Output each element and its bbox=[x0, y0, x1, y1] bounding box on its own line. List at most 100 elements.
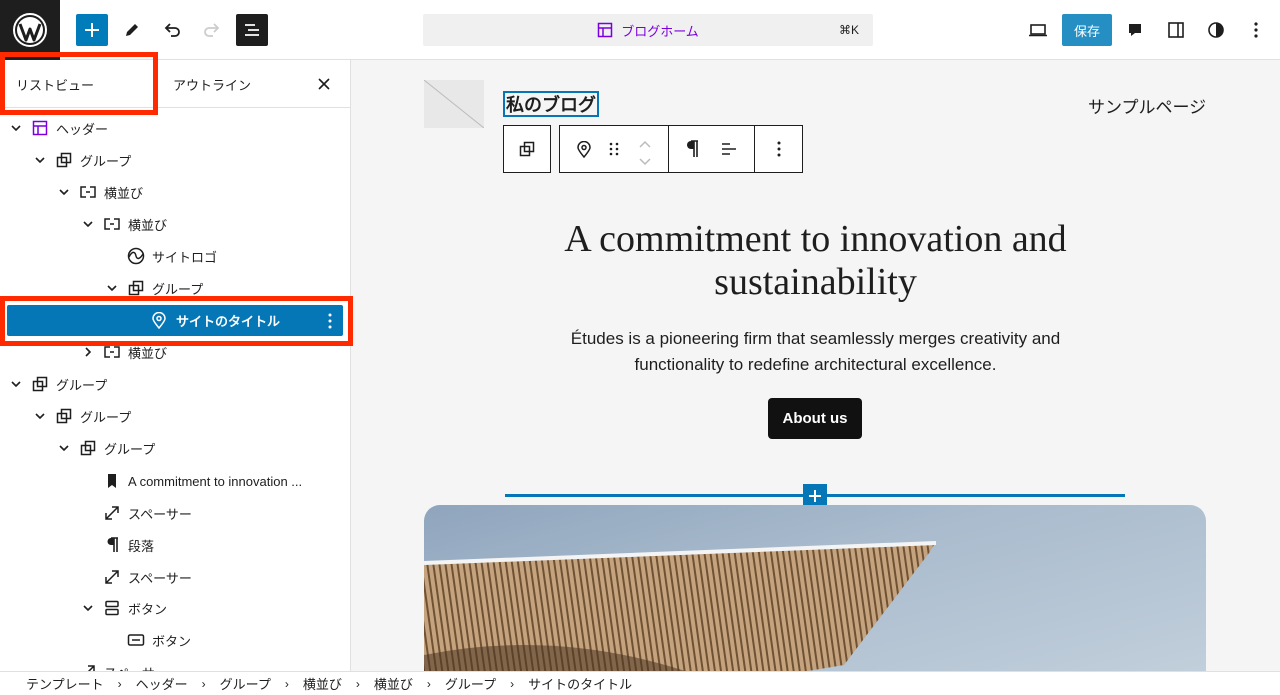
list-item-row[interactable]: 横並び bbox=[0, 176, 350, 208]
nav-link-sample-page[interactable]: サンプルページ bbox=[1088, 93, 1206, 118]
site-logo-placeholder[interactable] bbox=[423, 79, 485, 129]
resize-arrow-icon bbox=[78, 662, 98, 671]
paragraph-icon bbox=[102, 535, 122, 555]
list-item-label: ボタン bbox=[152, 633, 192, 649]
list-item-button[interactable]: ボタン bbox=[0, 624, 350, 656]
about-us-button[interactable]: About us bbox=[768, 398, 862, 439]
tab-list-view[interactable]: リストビュー bbox=[16, 60, 94, 108]
more-vertical-icon[interactable] bbox=[320, 311, 340, 331]
contrast-icon bbox=[1208, 22, 1224, 38]
chevron-right-icon: › bbox=[284, 676, 289, 691]
list-item-group[interactable]: グループ bbox=[0, 432, 350, 464]
list-item-buttons[interactable]: ボタン bbox=[0, 592, 350, 624]
resize-arrow-icon bbox=[102, 567, 122, 587]
chevron-down-icon[interactable] bbox=[33, 409, 47, 423]
document-overview-button[interactable] bbox=[236, 14, 268, 46]
chevron-right-icon: › bbox=[201, 676, 206, 691]
list-item-label: A commitment to innovation ... bbox=[128, 473, 303, 489]
redo-icon bbox=[204, 23, 220, 37]
drag-handle-icon[interactable] bbox=[609, 142, 619, 161]
list-item-spacer[interactable]: スペーサー bbox=[0, 656, 350, 671]
breadcrumb-item[interactable]: 横並び bbox=[374, 674, 413, 693]
list-item-label: グループ bbox=[56, 377, 108, 393]
group-icon bbox=[54, 406, 74, 426]
chevron-down-icon[interactable] bbox=[57, 441, 71, 455]
hero-image[interactable] bbox=[424, 505, 1206, 671]
edit-tool-button[interactable] bbox=[116, 14, 148, 46]
tab-outline[interactable]: アウトライン bbox=[173, 60, 251, 108]
breadcrumb-item[interactable]: 横並び bbox=[303, 674, 342, 693]
chevron-up-icon[interactable] bbox=[639, 135, 651, 153]
settings-button[interactable] bbox=[1160, 14, 1192, 46]
row-icon bbox=[102, 214, 122, 234]
buttons-icon bbox=[102, 598, 122, 618]
more-vertical-icon[interactable] bbox=[777, 141, 781, 162]
list-item-label: サイトロゴ bbox=[152, 249, 218, 265]
list-item-label: グループ bbox=[152, 281, 204, 297]
list-item-group[interactable]: グループ bbox=[0, 272, 350, 304]
breadcrumb-item[interactable]: グループ bbox=[445, 674, 496, 693]
add-block-button[interactable] bbox=[76, 14, 108, 46]
bookmark-icon bbox=[102, 471, 122, 491]
chevron-right-icon: › bbox=[117, 676, 122, 691]
device-preview-button[interactable] bbox=[1022, 14, 1054, 46]
list-item-row[interactable]: 横並び bbox=[0, 208, 350, 240]
chevron-down-icon[interactable] bbox=[81, 217, 95, 231]
paragraph-icon[interactable] bbox=[685, 140, 699, 163]
list-item-group[interactable]: グループ bbox=[0, 368, 350, 400]
chevron-right-icon[interactable] bbox=[81, 345, 95, 359]
options-menu-button[interactable] bbox=[1240, 14, 1272, 46]
chevron-down-icon[interactable] bbox=[639, 153, 651, 171]
command-palette-button[interactable]: ブログホーム ⌘K bbox=[423, 14, 873, 46]
map-marker-icon[interactable] bbox=[576, 140, 592, 164]
list-item-label: 段落 bbox=[128, 538, 155, 554]
hero-paragraph[interactable]: Études is a pioneering firm that seamles… bbox=[351, 326, 1280, 378]
wordpress-logo[interactable] bbox=[0, 0, 60, 60]
list-item-header[interactable]: ヘッダー bbox=[0, 112, 350, 144]
list-item-row[interactable]: 横並び bbox=[0, 336, 350, 368]
block-format-group bbox=[669, 126, 755, 172]
hero-heading[interactable]: A commitment to innovation and sustainab… bbox=[351, 218, 1280, 304]
chevron-down-icon[interactable] bbox=[105, 281, 119, 295]
chevron-right-icon: › bbox=[426, 676, 431, 691]
close-sidebar-button[interactable] bbox=[314, 74, 334, 94]
chevron-down-icon[interactable] bbox=[57, 185, 71, 199]
editor-canvas[interactable]: 私のブログ サンプルページ A commitment to innovation… bbox=[351, 60, 1280, 671]
chevron-down-icon[interactable] bbox=[9, 121, 23, 135]
redo-button[interactable] bbox=[196, 14, 228, 46]
list-item-group[interactable]: グループ bbox=[0, 144, 350, 176]
block-transform-button[interactable] bbox=[503, 125, 551, 173]
breadcrumb-item[interactable]: テンプレート bbox=[26, 674, 104, 693]
plus-icon bbox=[809, 490, 821, 502]
breadcrumb-item-current: サイトのタイトル bbox=[528, 677, 633, 692]
list-item-paragraph[interactable]: 段落 bbox=[0, 529, 350, 561]
sidebar-tabs: リストビュー アウトライン bbox=[0, 60, 350, 108]
undo-button[interactable] bbox=[156, 14, 188, 46]
list-item-spacer[interactable]: スペーサー bbox=[0, 561, 350, 593]
list-item-site-logo[interactable]: サイトロゴ bbox=[0, 240, 350, 272]
align-left-icon[interactable] bbox=[720, 141, 738, 162]
save-button[interactable]: 保存 bbox=[1062, 14, 1112, 46]
list-item-label: 横並び bbox=[104, 185, 144, 201]
chevron-down-icon[interactable] bbox=[81, 601, 95, 615]
chevron-down-icon[interactable] bbox=[33, 153, 47, 167]
list-item-spacer[interactable]: スペーサー bbox=[0, 497, 350, 529]
sidebar-icon bbox=[1168, 22, 1184, 38]
row-icon bbox=[102, 342, 122, 362]
breadcrumb-item[interactable]: ヘッダー bbox=[136, 674, 188, 693]
site-title[interactable]: 私のブログ bbox=[503, 91, 599, 117]
list-item-heading[interactable]: A commitment to innovation ... bbox=[0, 465, 350, 497]
group-icon bbox=[30, 374, 50, 394]
breadcrumb-item[interactable]: グループ bbox=[220, 674, 271, 693]
list-item-group[interactable]: グループ bbox=[0, 400, 350, 432]
chevron-down-icon[interactable] bbox=[9, 377, 23, 391]
hero-heading-line: A commitment to innovation and bbox=[564, 218, 1067, 260]
hero-paragraph-line: functionality to redefine architectural … bbox=[634, 355, 997, 374]
pencil-icon bbox=[126, 24, 138, 36]
list-item-site-title[interactable]: サイトのタイトル bbox=[7, 305, 343, 336]
group-icon bbox=[126, 278, 146, 298]
styles-comments-button[interactable] bbox=[1119, 14, 1151, 46]
template-icon bbox=[597, 22, 613, 38]
styles-button[interactable] bbox=[1200, 14, 1232, 46]
plus-icon bbox=[85, 23, 99, 37]
